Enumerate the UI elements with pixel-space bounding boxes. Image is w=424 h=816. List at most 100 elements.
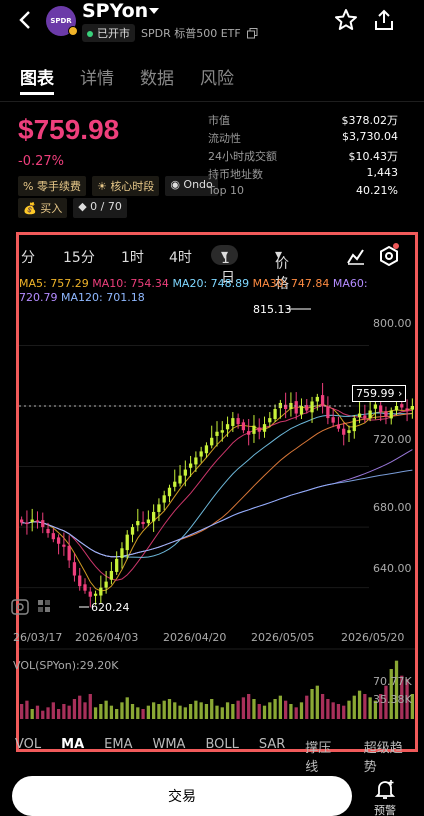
volume-bar xyxy=(30,709,34,719)
asset-subtitle: SPDR 标普500 ETF xyxy=(141,27,241,40)
volume-bar xyxy=(231,704,235,719)
stat-row: 持币地址数 1,443 xyxy=(208,166,398,181)
volume-tick-label: 70.77K xyxy=(373,675,412,688)
chip-core-hours: ☀ 核心时段 xyxy=(91,176,160,196)
candle-body xyxy=(336,424,341,429)
candle-body xyxy=(215,431,219,436)
candle-body xyxy=(157,504,161,512)
candle-body xyxy=(109,570,114,580)
volume-bar xyxy=(215,705,219,719)
tab-risk[interactable]: 风险 xyxy=(200,64,234,89)
candle-body xyxy=(268,418,272,423)
x-tick-label: 26/03/17 xyxy=(13,631,63,644)
indicator-ema[interactable]: EMA xyxy=(104,737,132,775)
candle-body xyxy=(146,519,150,524)
volume-bar xyxy=(78,695,82,719)
app-header: SPDR SPYon 已开市 SPDR 标普500 ETF xyxy=(0,0,424,46)
favorite-star-icon[interactable] xyxy=(334,8,358,32)
candle-body xyxy=(352,418,356,432)
screenshot-icon[interactable] xyxy=(11,599,31,615)
volume-bar xyxy=(273,699,277,719)
indicator-wma[interactable]: WMA xyxy=(152,737,185,775)
volume-bar xyxy=(35,705,40,719)
share-icon[interactable] xyxy=(372,8,396,32)
candle-body xyxy=(25,522,29,525)
ticker-dropdown-icon[interactable] xyxy=(148,6,160,16)
candle-body xyxy=(104,581,108,588)
x-tick-label: 2026/05/20 xyxy=(341,631,405,644)
indicator-ma[interactable]: MA xyxy=(61,737,84,775)
candle-body xyxy=(125,534,129,551)
candle-body xyxy=(88,591,92,597)
volume-bar xyxy=(320,694,325,719)
indicator-support-resistance[interactable]: 撑压线 xyxy=(305,737,343,775)
chart-panel[interactable]: 分 15分 1时 4时 1日 ▾ 价格 ▾ MA5: 757.29 MA10: … xyxy=(11,232,418,775)
candle-body xyxy=(204,445,209,454)
volume-bar xyxy=(289,704,293,719)
chip-buy[interactable]: 💰 买入 xyxy=(18,198,68,218)
candle-body xyxy=(363,415,367,419)
candle-body xyxy=(162,495,166,503)
volume-bar xyxy=(247,694,251,719)
candle-body xyxy=(284,404,288,410)
price-alert-button[interactable]: 预警 xyxy=(370,778,400,816)
ticker-title[interactable]: SPYon xyxy=(82,0,148,22)
candle-body xyxy=(83,584,87,591)
volume-bar xyxy=(188,704,193,719)
volume-bar xyxy=(268,702,272,719)
volume-bar xyxy=(93,707,98,719)
candle-body xyxy=(320,395,325,406)
volume-bar xyxy=(51,702,55,719)
volume-bar xyxy=(167,699,172,719)
current-price: $759.98 xyxy=(18,114,120,145)
candle-body xyxy=(331,417,335,423)
candle-body xyxy=(299,405,304,415)
y-tick-label: 720.00 xyxy=(373,433,412,446)
volume-bar xyxy=(56,709,61,719)
tab-data[interactable]: 数据 xyxy=(140,64,174,89)
volume-bar xyxy=(336,704,341,719)
volume-bar xyxy=(278,695,282,719)
candle-body xyxy=(41,520,45,528)
indicator-supertrend[interactable]: 超级趋势 xyxy=(364,737,415,775)
volume-label: VOL(SPYon):29.20K xyxy=(13,659,119,672)
back-arrow-icon[interactable] xyxy=(16,8,36,32)
volume-bar xyxy=(236,700,240,719)
candle-body xyxy=(188,463,193,468)
candle-body xyxy=(120,548,124,558)
volume-bar xyxy=(342,705,346,719)
alert-label: 预警 xyxy=(374,804,396,816)
volume-bar xyxy=(299,702,304,719)
market-open-badge: 已开市 xyxy=(82,24,135,42)
candle-body xyxy=(384,411,388,417)
volume-bar xyxy=(130,704,135,719)
candle-body xyxy=(93,593,98,596)
token-badge-icon xyxy=(68,26,78,36)
tab-chart[interactable]: 图表 xyxy=(20,64,54,89)
volume-bar xyxy=(183,707,187,719)
indicator-tabs: VOL MA EMA WMA BOLL SAR 撑压线 超级趋势 xyxy=(15,737,415,775)
candle-body xyxy=(20,519,24,523)
candle-body xyxy=(56,537,61,544)
volume-bar xyxy=(331,702,335,719)
volume-bar xyxy=(352,695,356,719)
candle-body xyxy=(342,428,346,435)
indicator-vol[interactable]: VOL xyxy=(15,737,41,775)
volume-bar xyxy=(305,695,309,719)
volume-bar xyxy=(220,707,224,719)
tab-details[interactable]: 详情 xyxy=(80,64,114,89)
volume-bar xyxy=(120,702,124,719)
ma-line-120 xyxy=(21,469,413,558)
volume-bar xyxy=(199,702,203,719)
indicator-boll[interactable]: BOLL xyxy=(205,737,238,775)
copy-icon[interactable] xyxy=(246,27,258,39)
stat-row: 市值 $378.02万 xyxy=(208,114,398,127)
candle-body xyxy=(241,422,246,431)
candle-body xyxy=(115,558,119,572)
trade-button[interactable]: 交易 xyxy=(12,776,352,816)
volume-bar xyxy=(357,690,362,719)
candle-body xyxy=(389,410,393,419)
candle-body xyxy=(220,430,224,433)
indicator-sar[interactable]: SAR xyxy=(259,737,285,775)
x-tick-label: 2026/04/03 xyxy=(75,631,139,644)
